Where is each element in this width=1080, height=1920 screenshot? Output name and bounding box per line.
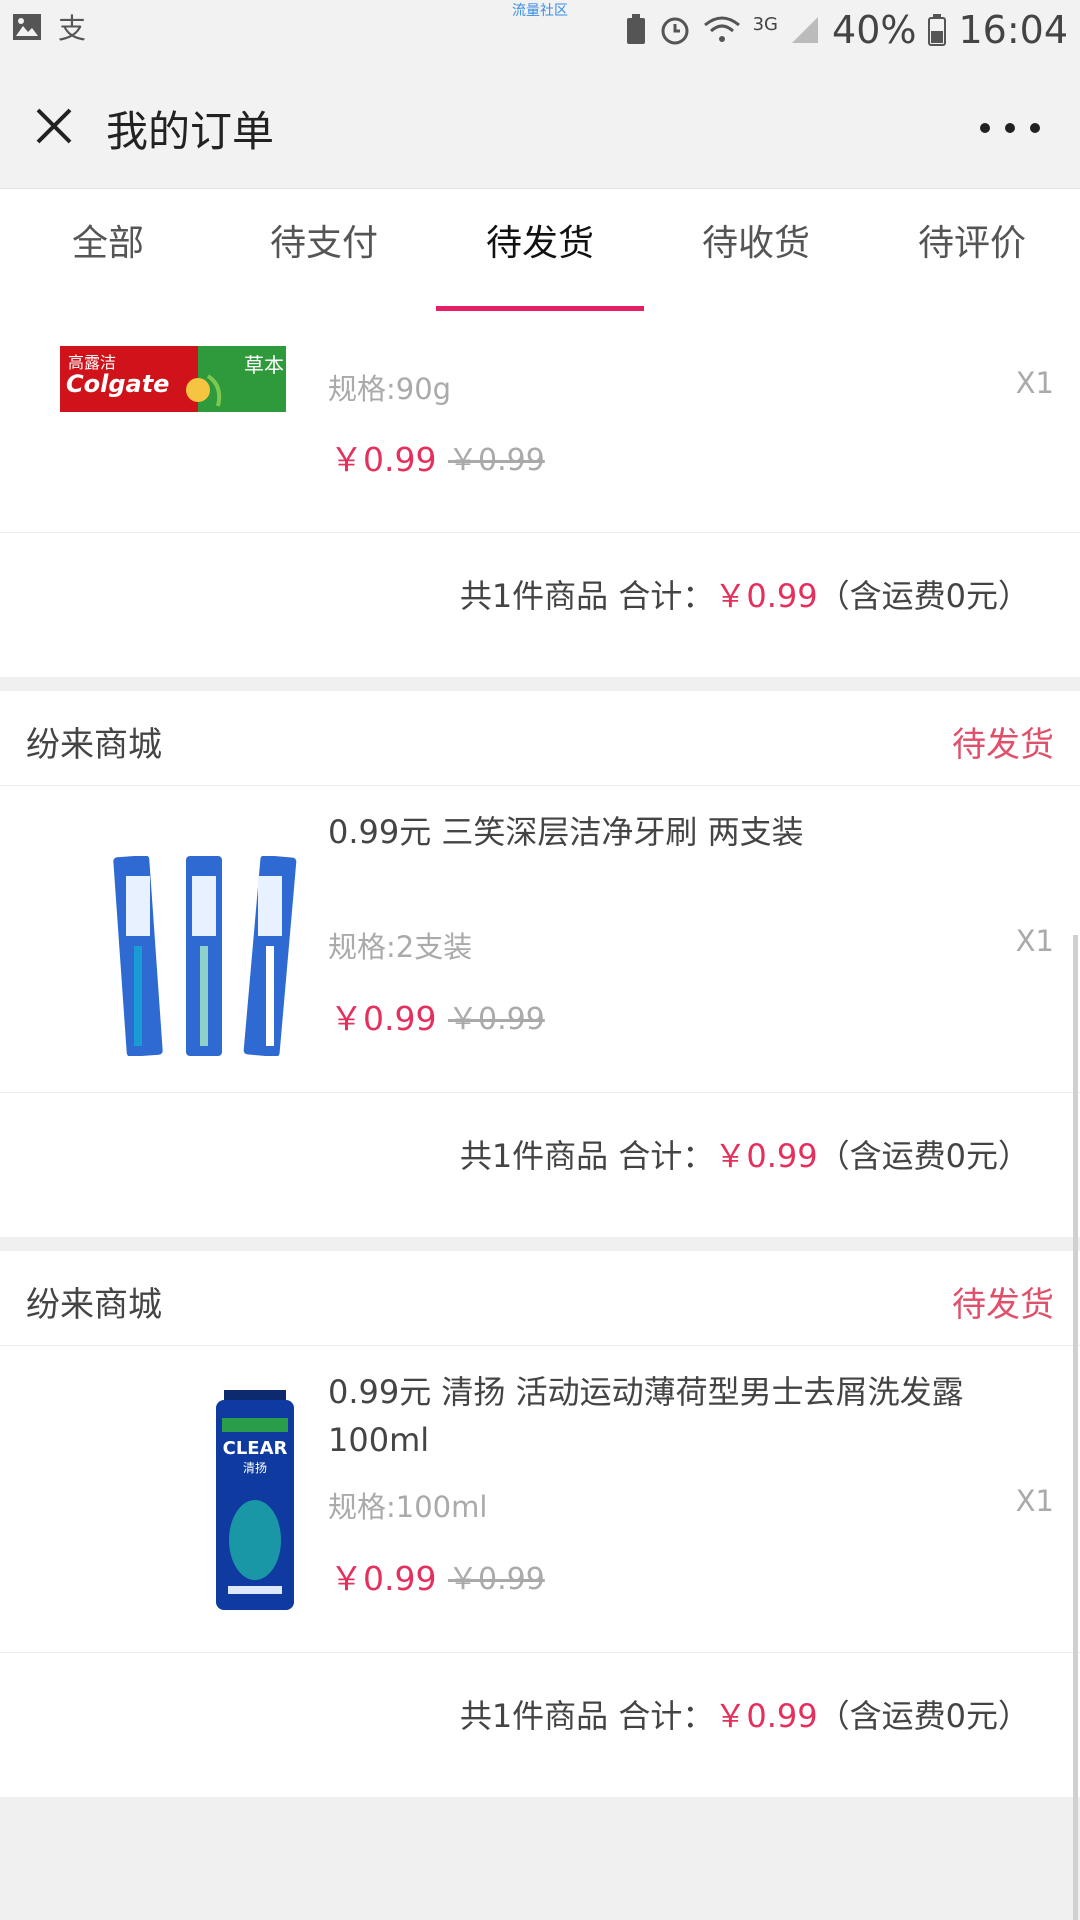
more-dot-icon <box>1030 123 1040 133</box>
status-bar: 流量社区 支 3G 40% 16:04 <box>0 0 1080 64</box>
item-title: 0.99元 三笑深层洁净牙刷 两支装 <box>328 813 804 851</box>
item-qty: X1 <box>1015 366 1054 400</box>
summary-prefix: 共1件商品 合计： <box>459 1137 715 1175</box>
wifi-icon <box>703 16 740 42</box>
order-summary: 共1件商品 合计：￥0.99（含运费0元） <box>0 533 1080 677</box>
item-price: ￥0.99 <box>330 999 437 1038</box>
order-item[interactable]: CLEAR 清扬 0.99元 清扬 活动运动薄荷型男士去屑洗发露 100ml 规… <box>0 1346 1080 1653</box>
shop-name: 纷来商城 <box>26 1285 162 1325</box>
order-card: 纷来商城 待发货 CLEAR 清扬 0.99元 清扬 活动运动薄荷型男士去屑洗发… <box>0 1251 1080 1797</box>
logo-brand: CLEAR <box>223 1438 288 1459</box>
more-menu-button[interactable] <box>980 108 1040 148</box>
order-item[interactable]: 0.99元 三笑深层洁净牙刷 两支装 规格:2支装 X1 ￥0.99 ￥0.99 <box>0 786 1080 1093</box>
item-original-price: ￥0.99 <box>448 1562 545 1597</box>
item-price: ￥0.99 <box>330 440 437 479</box>
scrollbar[interactable] <box>1073 935 1078 1920</box>
tab-all[interactable]: 全部 <box>0 189 216 311</box>
page-title: 我的订单 <box>106 107 275 156</box>
item-spec: 规格:2支装 <box>328 930 473 964</box>
summary-suffix: （含运费0元） <box>817 577 1030 615</box>
shop-header[interactable]: 纷来商城 待发货 <box>0 1251 1080 1346</box>
item-original-price: ￥0.99 <box>448 1002 545 1037</box>
more-dot-icon <box>980 123 990 133</box>
item-original-price: ￥0.99 <box>448 443 545 478</box>
order-status: 待发货 <box>952 1285 1054 1325</box>
item-spec: 规格:90g <box>328 372 452 406</box>
tab-pending-payment[interactable]: 待支付 <box>216 189 432 311</box>
alarm-icon <box>661 17 689 45</box>
order-tabs: 全部 待支付 待发货 待收货 待评价 <box>0 189 1080 311</box>
summary-total: ￥0.99 <box>714 577 818 615</box>
clock: 16:04 <box>958 8 1068 52</box>
tab-pending-shipment[interactable]: 待发货 <box>432 189 648 311</box>
battery-icon <box>928 14 947 46</box>
alipay-icon: 支 <box>58 12 86 42</box>
battery-saver-icon <box>626 14 645 44</box>
shop-name: 纷来商城 <box>26 725 162 765</box>
summary-prefix: 共1件商品 合计： <box>459 577 715 615</box>
item-spec: 规格:100ml <box>328 1490 488 1524</box>
nav-bar: 我的订单 <box>0 64 1080 189</box>
item-qty: X1 <box>1015 1484 1054 1518</box>
svg-text:支: 支 <box>58 12 86 42</box>
product-image <box>113 856 297 1056</box>
order-summary: 共1件商品 合计：￥0.99（含运费0元） <box>0 1653 1080 1797</box>
order-card: 高露洁 Colgate 草本 规格:90g X1 ￥0.99 ￥0.99 共1件… <box>0 311 1080 677</box>
close-icon[interactable] <box>30 102 78 150</box>
order-summary: 共1件商品 合计：￥0.99（含运费0元） <box>0 1093 1080 1237</box>
tab-pending-receipt[interactable]: 待收货 <box>648 189 864 311</box>
product-image: 高露洁 Colgate 草本 <box>60 346 286 412</box>
logo-variant: 草本 <box>244 353 284 377</box>
summary-total: ￥0.99 <box>714 1697 818 1735</box>
divider <box>0 677 1080 691</box>
item-price: ￥0.99 <box>330 1559 437 1598</box>
logo-cn: 清扬 <box>243 1460 267 1475</box>
summary-suffix: （含运费0元） <box>817 1697 1030 1735</box>
shop-header[interactable]: 纷来商城 待发货 <box>0 691 1080 786</box>
summary-suffix: （含运费0元） <box>817 1137 1030 1175</box>
gallery-icon <box>13 14 41 40</box>
network-type: 3G <box>752 13 779 35</box>
summary-total: ￥0.99 <box>714 1137 818 1175</box>
battery-percent: 40% <box>832 8 917 52</box>
more-dot-icon <box>1005 123 1015 133</box>
item-qty: X1 <box>1015 924 1054 958</box>
order-list: 高露洁 Colgate 草本 规格:90g X1 ￥0.99 ￥0.99 共1件… <box>0 311 1080 1797</box>
order-item[interactable]: 高露洁 Colgate 草本 规格:90g X1 ￥0.99 ￥0.99 <box>0 311 1080 533</box>
tab-pending-review[interactable]: 待评价 <box>864 189 1080 311</box>
order-status: 待发货 <box>952 725 1054 765</box>
summary-prefix: 共1件商品 合计： <box>459 1697 715 1735</box>
signal-icon <box>792 17 819 43</box>
divider <box>0 1237 1080 1251</box>
item-title: 0.99元 清扬 活动运动薄荷型男士去屑洗发露 100ml <box>328 1373 964 1459</box>
order-card: 纷来商城 待发货 0.99元 三笑深层洁净牙刷 两支装 规格:2支装 X1 ￥0… <box>0 691 1080 1237</box>
logo-brand: Colgate <box>66 370 169 398</box>
